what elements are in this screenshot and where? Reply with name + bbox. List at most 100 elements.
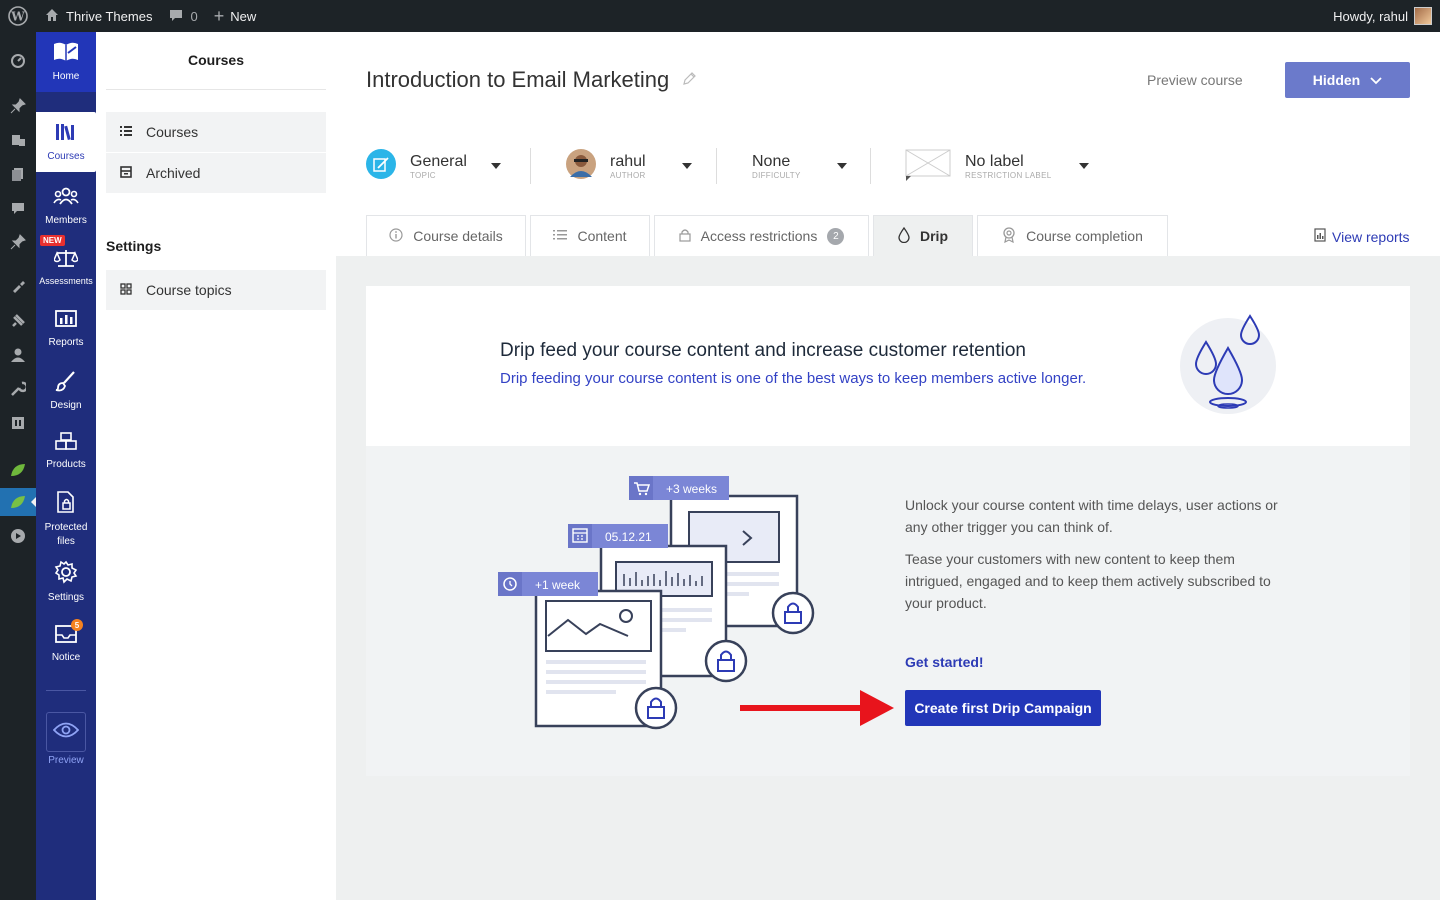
topic-icon — [366, 148, 396, 184]
tab-label: Drip — [920, 228, 948, 244]
tab-access-restrictions[interactable]: Access restrictions 2 — [654, 215, 869, 256]
my-account-link[interactable]: Howdy, rahul — [1325, 0, 1440, 32]
nav-members[interactable]: Members — [36, 187, 96, 228]
media-icon[interactable] — [0, 126, 36, 154]
greeting: Howdy, rahul — [1333, 8, 1408, 24]
preview-button[interactable] — [46, 712, 86, 752]
author-selector[interactable]: rahul AUTHOR — [566, 144, 692, 188]
nav-home[interactable]: Home — [36, 32, 96, 92]
comment-icon — [168, 7, 184, 26]
new-badge: NEW — [40, 235, 65, 246]
nav-design-label: Design — [50, 400, 82, 411]
tag-date: 05.12.21 — [605, 530, 652, 544]
author-label: AUTHOR — [610, 170, 646, 180]
new-content-link[interactable]: + New — [206, 0, 265, 32]
subpanel-item-courses[interactable]: Courses — [106, 112, 326, 152]
notice-badge: 5 — [71, 619, 83, 631]
restriction-label: RESTRICTION LABEL — [965, 170, 1052, 180]
play-icon[interactable] — [0, 522, 36, 550]
scales-icon — [53, 248, 79, 271]
tools-icon[interactable] — [0, 375, 36, 403]
nav-products[interactable]: Products — [36, 431, 96, 472]
author-avatar — [566, 148, 596, 184]
drip-description-2: Tease your customers with new content to… — [905, 551, 1271, 611]
pin-icon[interactable] — [0, 228, 36, 256]
wordpress-logo-icon[interactable]: W — [0, 0, 36, 32]
tab-drip[interactable]: Drip — [873, 215, 973, 256]
subpanel-item-archived[interactable]: Archived — [106, 153, 326, 193]
list-icon — [120, 124, 132, 140]
appearance-icon[interactable] — [0, 272, 36, 300]
tab-label: Content — [577, 228, 627, 244]
nav-courses-label: Courses — [47, 150, 85, 162]
new-label: New — [230, 8, 257, 24]
tab-course-completion[interactable]: Course completion — [977, 215, 1168, 256]
info-icon — [389, 227, 403, 245]
subpanel-item-course-topics[interactable]: Course topics — [106, 270, 326, 310]
difficulty-selector[interactable]: None DIFFICULTY — [752, 144, 847, 188]
dashboard-icon[interactable] — [0, 46, 36, 74]
wp-admin-menu — [0, 32, 36, 900]
nav-reports-label: Reports — [48, 337, 84, 348]
subpanel-item-label: Course topics — [146, 282, 232, 298]
comments-link[interactable]: 0 — [160, 0, 205, 32]
drip-heading: Drip feed your course content and increa… — [500, 340, 1026, 361]
label-placeholder-icon — [905, 147, 951, 186]
nav-notice[interactable]: Notice — [36, 622, 96, 665]
nav-courses[interactable]: Courses — [36, 112, 96, 172]
water-drops-icon — [1178, 314, 1278, 418]
subpanel-item-label: Archived — [146, 165, 201, 181]
author-value: rahul — [610, 152, 646, 170]
drip-description-1: Unlock your course content with time del… — [905, 497, 1278, 535]
nav-reports[interactable]: Reports — [36, 309, 96, 350]
site-name-link[interactable]: Thrive Themes — [36, 0, 160, 32]
tab-content[interactable]: Content — [530, 215, 650, 256]
restriction-value: No label — [965, 152, 1024, 170]
settings-icon[interactable] — [0, 409, 36, 437]
courses-subpanel: Courses Courses Archived Settings Course… — [96, 32, 336, 900]
library-icon — [54, 121, 78, 146]
settings-section-title: Settings — [106, 238, 162, 254]
tab-course-details[interactable]: Course details — [366, 215, 526, 256]
nav-products-label: Products — [46, 459, 86, 470]
status-label: Hidden — [1312, 72, 1361, 88]
status-dropdown-button[interactable]: Hidden — [1285, 62, 1410, 98]
grid-icon — [120, 282, 132, 298]
caret-down-icon — [490, 163, 501, 169]
products-icon — [54, 431, 78, 454]
nav-divider — [46, 690, 86, 691]
comments-count: 0 — [190, 8, 198, 24]
difficulty-value: None — [752, 152, 791, 170]
tab-label: Course completion — [1026, 228, 1143, 244]
pin-icon[interactable] — [0, 92, 36, 120]
plugins-icon[interactable] — [0, 307, 36, 335]
report-icon — [1314, 228, 1326, 245]
app-sidebar: Home Courses Members Assessments NEW Rep… — [36, 32, 96, 900]
difficulty-label: DIFFICULTY — [752, 170, 801, 180]
nav-design[interactable]: Design — [36, 370, 96, 413]
meta-divider — [870, 148, 871, 184]
wp-admin-bar: W Thrive Themes 0 + New Howdy, rahul — [0, 0, 1440, 32]
drip-subheading: Drip feeding your course content is one … — [500, 370, 1087, 387]
create-drip-campaign-button[interactable]: Create first Drip Campaign — [905, 690, 1101, 726]
preview-course-link[interactable]: Preview course — [1147, 72, 1243, 88]
nav-home-label: Home — [52, 70, 80, 82]
brush-icon — [54, 370, 78, 395]
gear-icon — [54, 560, 78, 587]
pages-icon[interactable] — [0, 160, 36, 188]
pencil-icon[interactable] — [681, 67, 697, 93]
nav-settings[interactable]: Settings — [36, 560, 96, 605]
users-icon[interactable] — [0, 341, 36, 369]
view-reports-link[interactable]: View reports — [1314, 228, 1410, 245]
nav-assessments[interactable]: Assessments — [36, 248, 96, 288]
comments-icon[interactable] — [0, 194, 36, 222]
restriction-label-selector[interactable]: No label RESTRICTION LABEL — [905, 144, 1090, 188]
tag-one-week: +1 week — [535, 578, 581, 592]
avatar — [1414, 7, 1432, 25]
members-icon — [53, 187, 79, 210]
thrive-apprentice-icon[interactable] — [0, 488, 36, 516]
nav-protected-files[interactable]: Protected files — [36, 490, 96, 549]
topic-selector[interactable]: General TOPIC — [366, 144, 501, 188]
reports-icon — [54, 309, 78, 332]
thrive-leaf-icon[interactable] — [0, 456, 36, 484]
